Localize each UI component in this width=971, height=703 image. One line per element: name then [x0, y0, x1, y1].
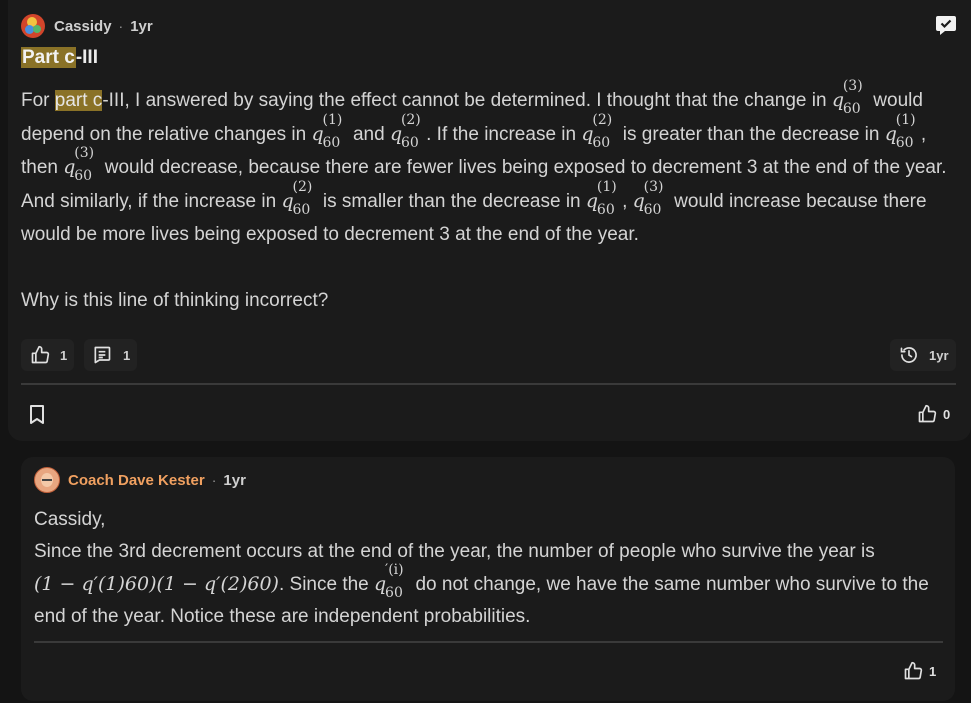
coach-name[interactable]: Coach Dave Kester: [68, 472, 205, 489]
math-q60-3: q (3) 60: [63, 145, 95, 184]
thumbs-up-icon: [918, 404, 937, 423]
post-author-row: Cassidy · 1yr: [21, 14, 153, 38]
body-text: is smaller than the decrease in: [317, 190, 586, 212]
reply-time: 1yr: [223, 471, 246, 489]
avatar[interactable]: [34, 467, 60, 493]
comment-count: 1: [123, 347, 131, 363]
like-count: 1: [60, 347, 68, 363]
reply-greeting: Cassidy,: [34, 509, 106, 530]
math-q60-1: q (1) 60: [311, 111, 343, 151]
math-q60-1: q (1) 60: [585, 178, 617, 218]
post-question: Why is this line of thinking incorrect?: [21, 290, 329, 311]
separator-dot: ·: [118, 18, 124, 34]
message-check-icon[interactable]: [935, 15, 957, 36]
author-name[interactable]: Cassidy: [54, 18, 112, 35]
separator-dot: ·: [211, 472, 217, 488]
history-time: 1yr: [929, 347, 949, 363]
math-q60-3: q (3) 60: [632, 178, 664, 218]
comment-button[interactable]: 1: [84, 339, 137, 371]
divider: [21, 383, 956, 385]
reaction-button[interactable]: 0: [917, 404, 950, 424]
history-button[interactable]: 1yr: [890, 339, 956, 371]
body-text: ,: [622, 190, 633, 212]
avatar[interactable]: [21, 14, 45, 38]
body-text: and: [347, 123, 390, 145]
reply-line: (1 − q′(1)60)(1 − q′(2)60). Since the q ′…: [34, 562, 949, 633]
post-time: 1yr: [130, 17, 153, 35]
post-body: For part c-III, I answered by saying the…: [21, 78, 961, 252]
like-button[interactable]: 1: [21, 339, 74, 371]
math-q60-1: q (1) 60: [884, 111, 916, 151]
reply-card: Coach Dave Kester · 1yr Cassidy, Since t…: [21, 457, 955, 701]
reply-text: . Since the: [278, 574, 375, 595]
reaction-count: 0: [943, 406, 951, 422]
divider: [34, 641, 943, 643]
math-q60-2: q (2) 60: [281, 178, 313, 218]
comment-icon: [94, 346, 111, 364]
body-highlight: part c: [54, 90, 103, 111]
math-q60-i: q ′(i) 60: [374, 562, 404, 601]
body-text: is greater than the decrease in: [617, 123, 885, 145]
reply-like-count: 1: [929, 663, 937, 679]
body-text: For: [21, 90, 55, 111]
reply-author-row: Coach Dave Kester · 1yr: [34, 467, 246, 493]
post-card: Cassidy · 1yr Part c-III For part c-III,…: [8, 0, 971, 441]
body-text: -III, I answered by saying the effect ca…: [102, 90, 832, 111]
reply-like-button[interactable]: 1: [903, 661, 936, 681]
thumbs-up-icon: [31, 345, 50, 364]
thumbs-up-icon: [904, 661, 923, 680]
body-text: . If the increase in: [426, 123, 582, 145]
math-formula: (1 − q′(1)60)(1 − q′(2)60): [34, 573, 279, 595]
title-suffix: -III: [75, 47, 98, 68]
title-highlight: Part c: [21, 47, 76, 68]
reply-body: Cassidy, Since the 3rd decrement occurs …: [34, 504, 949, 633]
math-q60-2: q (2) 60: [389, 111, 421, 151]
math-q60-2: q (2) 60: [581, 111, 613, 151]
math-q60-3: q (3) 60: [831, 78, 863, 117]
bookmark-icon[interactable]: [29, 405, 45, 424]
post-title: Part c-III: [21, 44, 98, 72]
reply-line: Since the 3rd decrement occurs at the en…: [34, 541, 875, 562]
history-icon: [900, 347, 917, 363]
